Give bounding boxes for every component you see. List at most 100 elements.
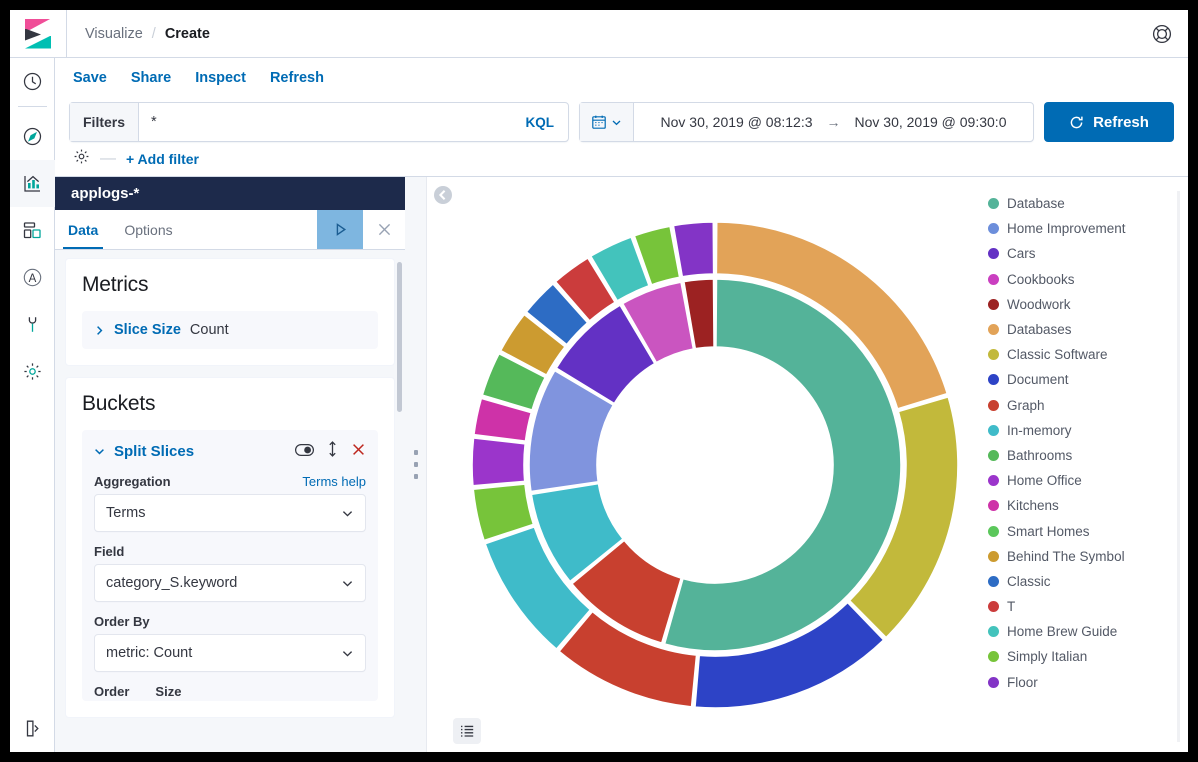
legend-item[interactable]: Databases [988, 317, 1180, 342]
legend-color-dot [988, 424, 999, 436]
sidebar-item-management[interactable] [10, 348, 55, 395]
panel-resize-handle[interactable] [405, 177, 427, 752]
field-value: category_S.keyword [106, 575, 238, 591]
order-by-select[interactable]: metric: Count [94, 634, 366, 672]
legend-label: Floor [1007, 674, 1038, 690]
move-vertical-icon[interactable] [327, 441, 338, 462]
donut-outer-slice[interactable] [471, 436, 527, 487]
metric-slice-size-row[interactable]: Slice Size Count [82, 311, 378, 349]
tab-data[interactable]: Data [55, 210, 111, 249]
add-filter-button[interactable]: + Add filter [126, 151, 199, 167]
legend-item[interactable]: Smart Homes [988, 518, 1180, 543]
sidebar-item-visualize[interactable] [10, 160, 55, 207]
date-range-display[interactable]: Nov 30, 2019 @ 08:12:3 → Nov 30, 2019 @ … [634, 114, 1033, 130]
sidebar-item-apm[interactable]: A [10, 254, 55, 301]
legend-item[interactable]: Woodwork [988, 292, 1180, 317]
remove-x-icon[interactable] [351, 442, 366, 462]
editor-scroll-region[interactable]: Metrics Slice Size Count Buckets Split S… [55, 250, 405, 752]
donut-chart[interactable] [447, 177, 983, 752]
legend-label: Kitchens [1007, 498, 1059, 514]
donut-chart-svg[interactable] [465, 215, 965, 715]
legend-item[interactable]: Document [988, 367, 1180, 392]
chevron-down-icon [342, 510, 353, 517]
legend-item[interactable]: Home Improvement [988, 216, 1180, 241]
close-editor-button[interactable] [363, 210, 405, 249]
visualization-area: Database Home Improvement Cars Cookbooks Woo… [427, 177, 1188, 752]
share-button[interactable]: Share [131, 70, 171, 86]
sidebar-item-dev-tools[interactable] [10, 301, 55, 348]
order-by-value: metric: Count [106, 645, 193, 661]
search-input[interactable]: * [139, 114, 511, 130]
legend-item[interactable]: Floor [988, 670, 1180, 695]
metric-value: Count [189, 322, 229, 338]
body-split: A Save Share Inspect Refresh Filters * K… [10, 58, 1188, 752]
legend-item[interactable]: Home Office [988, 468, 1180, 493]
help-circle-icon[interactable] [1136, 23, 1188, 45]
apply-changes-button[interactable] [317, 210, 363, 249]
legend-label: Cars [1007, 246, 1036, 262]
order-label: Order [94, 684, 130, 699]
legend-item[interactable]: Classic [988, 569, 1180, 594]
legend-label: Database [1007, 196, 1065, 212]
gear-icon[interactable] [73, 148, 90, 170]
index-pattern-title: applogs-* [55, 177, 405, 210]
legend-color-dot [988, 651, 999, 663]
legend-item[interactable]: Database [988, 191, 1180, 216]
legend-scrollbar[interactable] [1177, 191, 1180, 742]
order-size-row: Order Size [94, 684, 366, 699]
breadcrumb-visualize[interactable]: Visualize [85, 26, 143, 42]
legend-color-dot [988, 324, 999, 336]
legend-color-dot [988, 223, 999, 235]
legend-label: Woodwork [1007, 296, 1071, 312]
legend-item[interactable]: Classic Software [988, 342, 1180, 367]
terms-help-link[interactable]: Terms help [302, 474, 366, 489]
legend-item[interactable]: In-memory [988, 418, 1180, 443]
aggregation-select[interactable]: Terms [94, 494, 366, 532]
tab-options[interactable]: Options [111, 210, 185, 249]
collapse-nav-icon[interactable] [10, 705, 55, 752]
query-language-button[interactable]: KQL [512, 115, 569, 130]
save-button[interactable]: Save [73, 70, 107, 86]
editor-scrollbar[interactable] [397, 262, 402, 412]
close-icon [378, 223, 390, 236]
date-picker: Nov 30, 2019 @ 08:12:3 → Nov 30, 2019 @ … [579, 102, 1034, 142]
filters-label[interactable]: Filters [70, 103, 140, 141]
legend-item[interactable]: Graph [988, 393, 1180, 418]
legend-item[interactable]: T [988, 594, 1180, 619]
refresh-icon [1070, 116, 1083, 128]
buckets-card: Buckets Split Slices Aggregation Terms h… [65, 377, 395, 718]
sidebar-item-discover[interactable] [10, 113, 55, 160]
legend-item[interactable]: Cookbooks [988, 267, 1180, 292]
legend-item[interactable]: Cars [988, 241, 1180, 266]
legend-item[interactable]: Kitchens [988, 493, 1180, 518]
calendar-icon[interactable] [580, 103, 634, 141]
donut-outer-slice[interactable] [672, 220, 715, 278]
chevron-down-icon [95, 449, 104, 455]
kibana-logo-button[interactable] [10, 10, 66, 58]
field-select[interactable]: category_S.keyword [94, 564, 366, 602]
filter-bar-dash: — [100, 150, 116, 167]
breadcrumb: Visualize / Create [67, 26, 210, 42]
legend-color-dot [988, 626, 999, 638]
bucket-title[interactable]: Split Slices [114, 443, 286, 460]
legend-label: T [1007, 599, 1016, 615]
visualize-top-menu: Save Share Inspect Refresh [55, 58, 1188, 98]
legend-item[interactable]: Home Brew Guide [988, 619, 1180, 644]
legend-item[interactable]: Simply Italian [988, 644, 1180, 669]
toggle-icon[interactable] [295, 443, 314, 461]
sidebar-item-recently-viewed[interactable] [10, 58, 55, 105]
legend-list-icon[interactable] [453, 718, 481, 744]
legend-item[interactable]: Behind The Symbol [988, 544, 1180, 569]
date-start[interactable]: Nov 30, 2019 @ 08:12:3 [661, 114, 813, 130]
refresh-button-label: Refresh [1093, 113, 1149, 131]
legend-item[interactable]: Bathrooms [988, 443, 1180, 468]
refresh-button[interactable]: Refresh [1044, 102, 1174, 142]
nav-divider [17, 106, 47, 107]
refresh-menu-button[interactable]: Refresh [270, 70, 324, 86]
legend-color-dot [988, 374, 999, 386]
aggregation-row: Aggregation Terms help Terms [94, 474, 366, 532]
inspect-button[interactable]: Inspect [195, 70, 246, 86]
date-end[interactable]: Nov 30, 2019 @ 09:30:0 [855, 114, 1007, 130]
sidebar-item-dashboard[interactable] [10, 207, 55, 254]
kibana-app-window: Visualize / Create A Save Share Inspect … [10, 10, 1188, 752]
